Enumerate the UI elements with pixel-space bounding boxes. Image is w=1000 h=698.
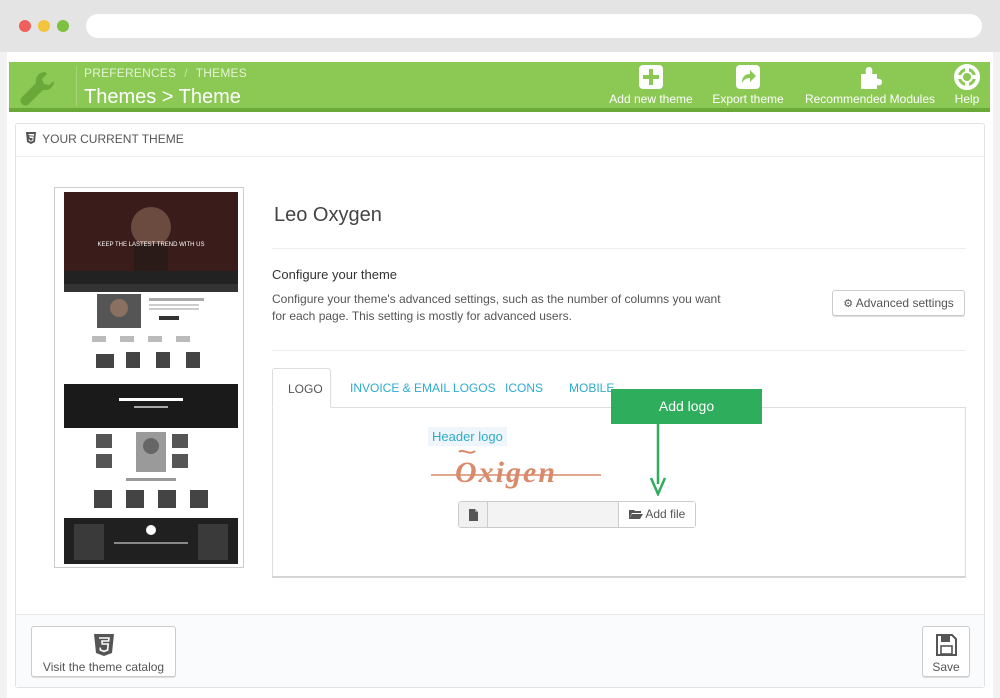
page-title: Themes > Theme	[84, 86, 241, 108]
page-header: PREFERENCES / THEMES Themes > Theme Add ne…	[9, 62, 990, 112]
file-icon	[469, 509, 478, 521]
callout-arrow-icon	[649, 424, 667, 496]
html5-icon	[26, 132, 36, 144]
recommended-modules-button[interactable]: Recommended Modules	[800, 64, 940, 108]
add-file-button[interactable]: Add file	[618, 502, 695, 527]
add-logo-callout: Add logo	[611, 389, 762, 424]
header-logo-label: Header logo	[428, 427, 507, 446]
theme-screenshot-image: KEEP THE LASTEST TREND WITH US	[64, 192, 238, 564]
address-bar[interactable]	[86, 14, 982, 38]
preview-hero-text: KEEP THE LASTEST TREND WITH US	[98, 242, 205, 248]
breadcrumb-item-preferences[interactable]: PREFERENCES	[76, 66, 176, 80]
configure-theme-description: Configure your theme's advanced settings…	[272, 292, 721, 323]
configure-theme-title: Configure your theme	[272, 267, 398, 282]
breadcrumb: PREFERENCES / THEMES	[76, 66, 247, 80]
tab-invoice-email-logos[interactable]: INVOICE & EMAIL LOGOS	[335, 368, 511, 408]
save-button[interactable]: Save	[922, 626, 970, 677]
logo-text: Oxigen	[455, 456, 557, 489]
breadcrumb-separator: /	[184, 66, 188, 80]
add-new-theme-button[interactable]: Add new theme	[607, 64, 695, 108]
save-icon	[936, 634, 957, 656]
help-button[interactable]: Help	[949, 64, 985, 108]
folder-open-icon	[628, 504, 643, 529]
header-logo-image: Oxigen	[431, 449, 601, 489]
tab-icons[interactable]: ICONS	[490, 368, 558, 408]
panel-footer: Visit the theme catalog Save	[16, 614, 984, 687]
current-theme-panel: YOUR CURRENT THEME KEEP THE LASTEST TREN…	[15, 123, 985, 688]
window-maximize-dot[interactable]	[57, 20, 69, 32]
share-icon	[736, 65, 760, 89]
html5-icon	[93, 634, 114, 656]
puzzle-icon	[861, 67, 882, 89]
panel-heading: YOUR CURRENT THEME	[16, 124, 984, 157]
lifebuoy-icon	[954, 64, 980, 90]
window-close-dot[interactable]	[19, 20, 31, 32]
visit-theme-catalog-button[interactable]: Visit the theme catalog	[31, 626, 176, 677]
wrench-icon	[20, 72, 54, 106]
plus-square-icon	[639, 65, 663, 89]
logo-tab-content: Header logo Oxigen Add file	[272, 407, 966, 578]
window-minimize-dot[interactable]	[38, 20, 50, 32]
gear-icon: ⚙	[843, 298, 854, 310]
browser-chrome	[0, 0, 1000, 52]
logo-file-input[interactable]	[488, 502, 618, 527]
logo-file-upload: Add file	[458, 501, 696, 528]
tab-logo[interactable]: LOGO	[272, 368, 331, 408]
export-theme-button[interactable]: Export theme	[708, 64, 788, 108]
advanced-settings-button[interactable]: ⚙ Advanced settings	[832, 290, 965, 316]
breadcrumb-item-themes[interactable]: THEMES	[196, 66, 247, 80]
theme-preview-thumbnail[interactable]: KEEP THE LASTEST TREND WITH US	[54, 187, 244, 568]
theme-name: Leo Oxygen	[274, 204, 382, 226]
